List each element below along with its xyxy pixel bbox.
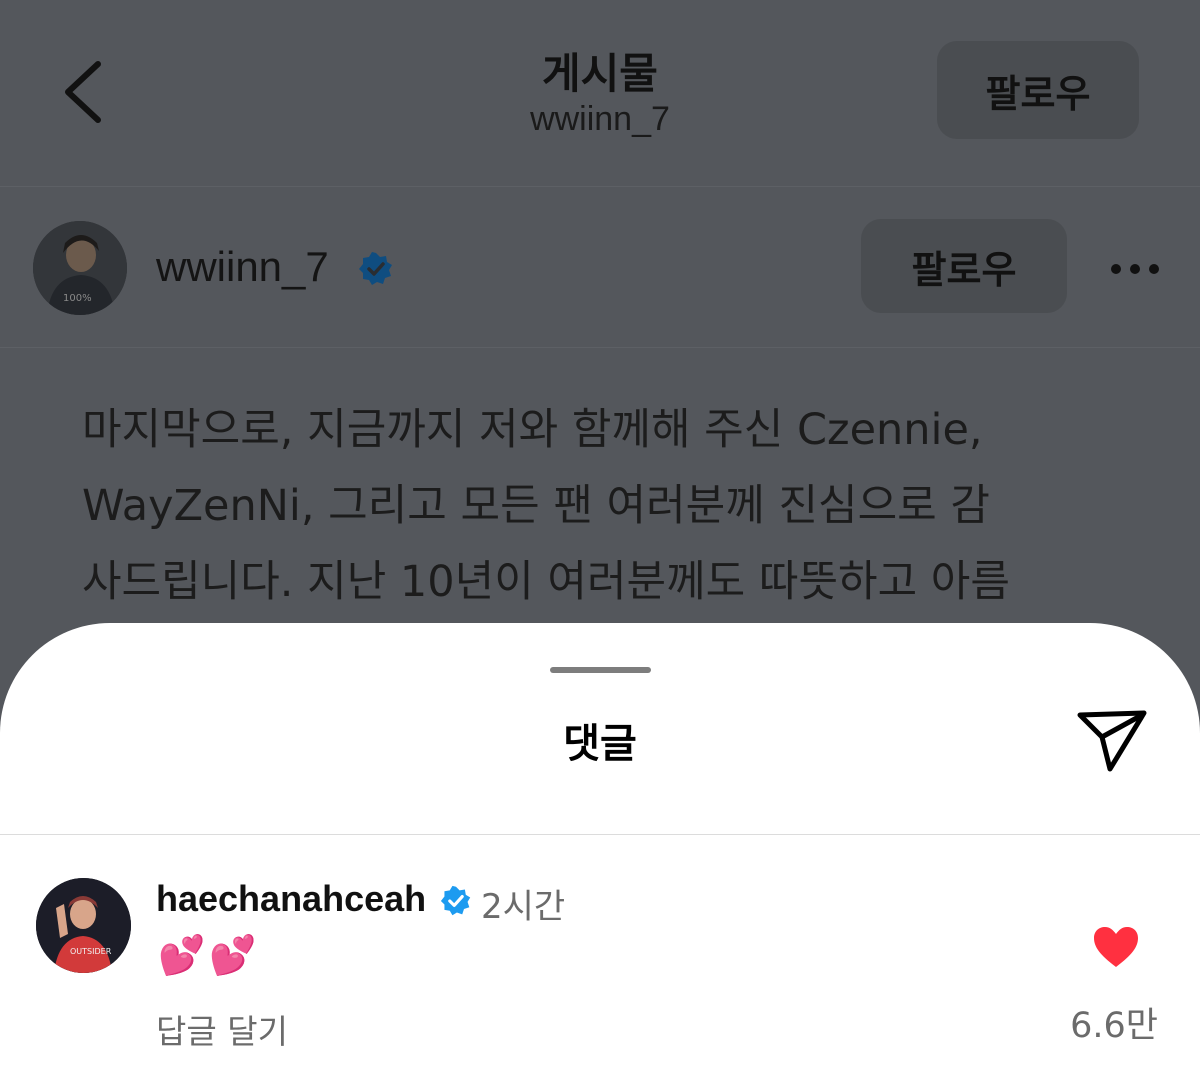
- divider: [0, 834, 1200, 835]
- author-username[interactable]: wwiinn_7: [156, 243, 329, 291]
- comment-timestamp: 2시간: [481, 887, 566, 927]
- verified-badge-icon: [440, 885, 471, 916]
- top-bar: 게시물 wwiinn_7 팔로우: [0, 0, 1200, 187]
- comments-sheet: 댓글 OUTSIDER haechanahceah 2시간 💕💕 답글 달기 6…: [0, 623, 1200, 1077]
- commenter-avatar[interactable]: OUTSIDER: [36, 878, 131, 973]
- follow-button-header[interactable]: 팔로우: [937, 41, 1139, 139]
- follow-button-author[interactable]: 팔로우: [861, 219, 1067, 313]
- reply-button[interactable]: 답글 달기: [156, 1005, 288, 1053]
- svg-text:100%: 100%: [63, 293, 92, 304]
- post-author-row: 100% wwiinn_7 팔로우: [0, 187, 1200, 348]
- sheet-grabber[interactable]: [550, 667, 651, 673]
- more-horizontal-icon[interactable]: [1110, 263, 1160, 275]
- send-icon[interactable]: [1076, 709, 1148, 773]
- svg-text:OUTSIDER: OUTSIDER: [70, 947, 112, 956]
- comment-text: 💕💕: [158, 933, 261, 977]
- heart-filled-icon[interactable]: [1092, 925, 1140, 969]
- caption-line: WayZenNi, 그리고 모든 팬 여러분께 진심으로 감: [82, 481, 990, 531]
- verified-badge-icon: [359, 252, 392, 285]
- sheet-title: 댓글: [563, 721, 637, 767]
- post-caption: 마지막으로, 지금까지 저와 함께해 주신 Czennie, WayZenNi,…: [82, 392, 1142, 620]
- like-count: 6.6만: [1070, 1006, 1158, 1046]
- caption-line: 마지막으로, 지금까지 저와 함께해 주신 Czennie,: [82, 405, 983, 455]
- commenter-username[interactable]: haechanahceah: [156, 878, 426, 920]
- caption-line: 사드립니다. 지난 10년이 여러분께도 따뜻하고 아름: [82, 557, 1010, 607]
- author-avatar[interactable]: 100%: [33, 221, 127, 315]
